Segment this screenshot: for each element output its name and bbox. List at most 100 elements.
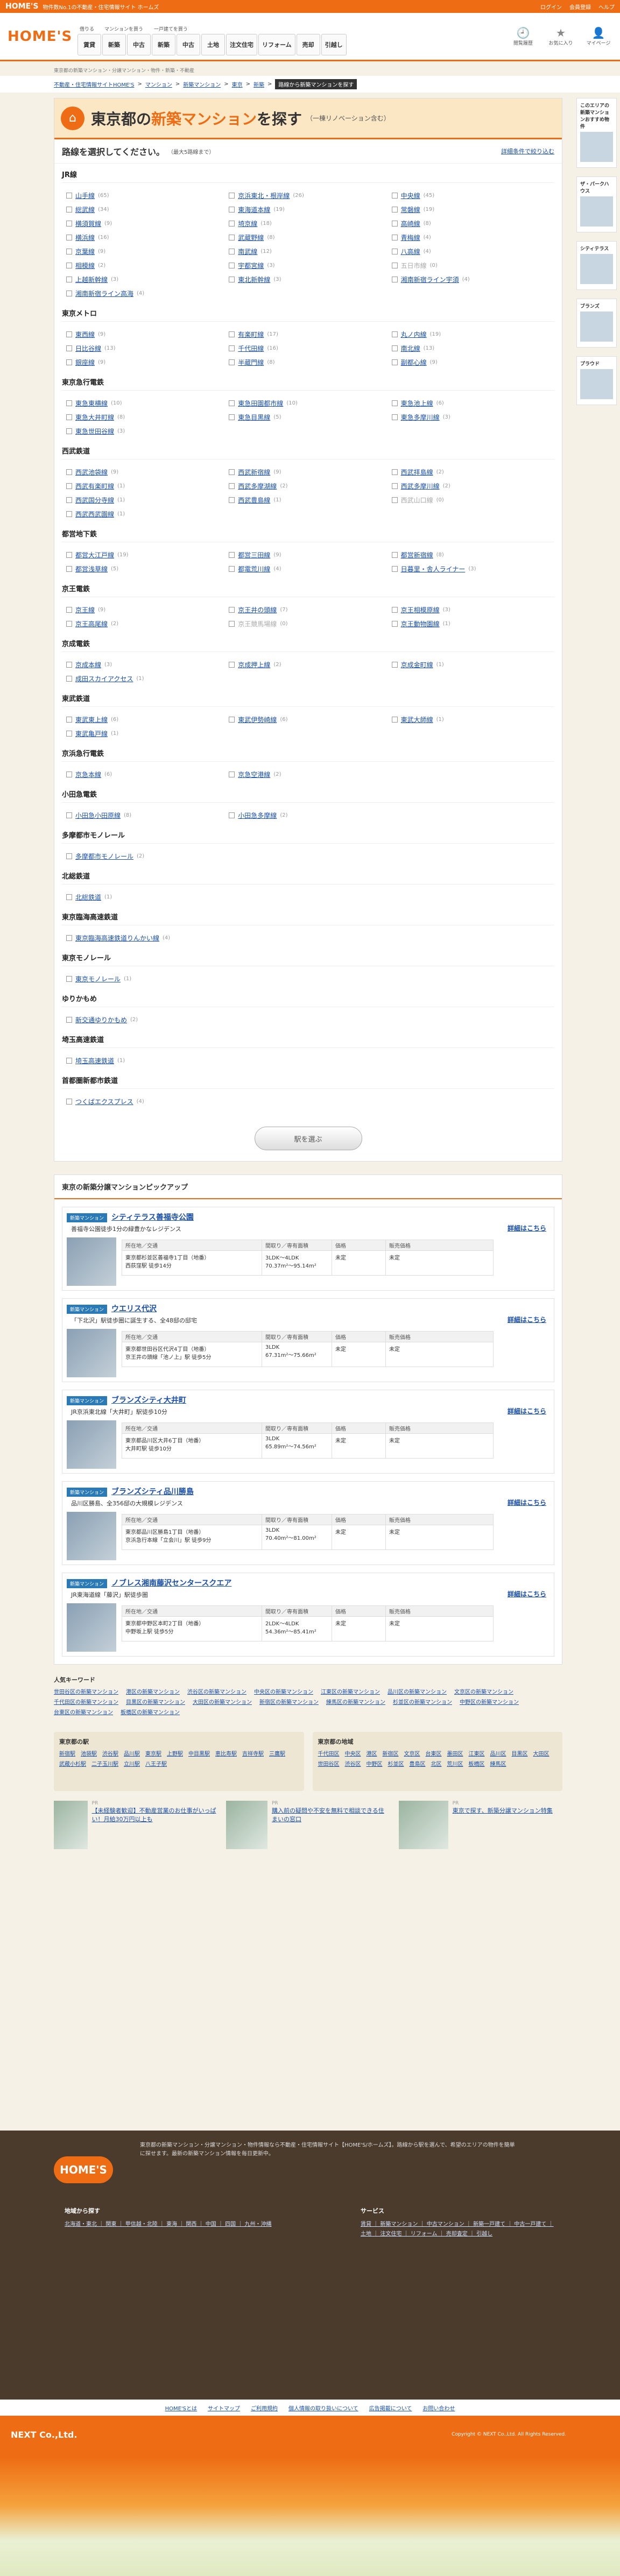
line-option[interactable]: 千代田線 (16): [229, 341, 391, 355]
line-name[interactable]: 銀座線: [75, 358, 95, 367]
line-checkbox[interactable]: [229, 716, 235, 723]
line-option[interactable]: 京王井の頭線 (7): [229, 603, 391, 617]
line-option[interactable]: 小田急小田原線 (8): [66, 808, 229, 822]
breadcrumb-item[interactable]: マンション: [145, 80, 172, 88]
line-name[interactable]: 総武線: [75, 205, 95, 214]
property-name[interactable]: ウエリス代沢: [111, 1305, 157, 1313]
line-name[interactable]: 東武伊勢崎線: [238, 715, 277, 724]
property-detail-link[interactable]: 詳細はこちら: [508, 1406, 546, 1416]
line-option[interactable]: 埼玉高速鉄道 (1): [66, 1053, 229, 1067]
line-option[interactable]: 西武多摩湖線 (2): [229, 479, 391, 493]
keyword-link[interactable]: 練馬区の新築マンション: [326, 1697, 385, 1705]
line-checkbox[interactable]: [66, 276, 72, 282]
line-checkbox[interactable]: [391, 469, 398, 475]
line-name[interactable]: 東武東上線: [75, 715, 108, 724]
line-option[interactable]: 京成押上線 (2): [229, 657, 391, 671]
line-option[interactable]: 横浜線 (16): [66, 230, 229, 244]
line-name[interactable]: 西武多摩湖線: [238, 482, 277, 491]
line-name[interactable]: 埼玉高速鉄道: [75, 1056, 114, 1065]
line-option[interactable]: 京葉線 (9): [66, 244, 229, 258]
line-name[interactable]: 北総鉄道: [75, 893, 101, 902]
breadcrumb-item[interactable]: 新築マンション: [183, 80, 221, 88]
line-option[interactable]: 東急目黒線 (5): [229, 410, 391, 424]
line-option[interactable]: 湘南新宿ライン高海 (4): [66, 286, 229, 300]
line-name[interactable]: 副都心線: [401, 358, 427, 367]
line-checkbox[interactable]: [391, 661, 398, 668]
line-name[interactable]: 常磐線: [401, 205, 420, 214]
line-checkbox[interactable]: [229, 276, 235, 282]
line-name[interactable]: 中央線: [401, 191, 420, 200]
line-name[interactable]: 八高線: [401, 247, 420, 256]
keyword-link[interactable]: 渋谷区の新築マンション: [187, 1687, 246, 1695]
sidebar-card[interactable]: シティテラス: [576, 241, 617, 290]
line-option[interactable]: 新交通ゆりかもめ (2): [66, 1013, 229, 1027]
line-checkbox[interactable]: [391, 414, 398, 420]
property-photo[interactable]: [67, 1420, 116, 1469]
line-checkbox[interactable]: [66, 428, 72, 434]
promo-item[interactable]: PR 購入前の疑問や不安を無料で相談できる住まいの窓口: [226, 1801, 390, 1850]
property-name[interactable]: シティテラス善福寺公園: [111, 1213, 194, 1222]
promo-link[interactable]: 東京で探す、新築分譲マンション特集: [453, 1807, 553, 1814]
area-link[interactable]: 東京駅: [145, 1749, 161, 1757]
line-checkbox[interactable]: [66, 606, 72, 613]
keyword-link[interactable]: 板橋区の新築マンション: [121, 1708, 180, 1716]
line-option[interactable]: 半蔵門線 (8): [229, 355, 391, 369]
line-option[interactable]: 西武多摩川線 (2): [391, 479, 554, 493]
sidebar-card-image[interactable]: [580, 369, 613, 399]
line-checkbox[interactable]: [66, 812, 72, 818]
nav-item[interactable]: 引越し: [321, 33, 347, 55]
promo-link[interactable]: 購入前の疑問や不安を無料で相談できる住まいの窓口: [272, 1807, 384, 1823]
line-name[interactable]: 東急世田谷線: [75, 427, 114, 436]
sidebar-card[interactable]: プラウド: [576, 356, 617, 405]
line-name[interactable]: 東武亀戸線: [75, 729, 108, 738]
line-option[interactable]: 京王高尾線 (2): [66, 617, 229, 631]
line-checkbox[interactable]: [66, 975, 72, 982]
line-checkbox[interactable]: [391, 606, 398, 613]
line-option[interactable]: 南武線 (12): [229, 244, 391, 258]
line-checkbox[interactable]: [229, 262, 235, 268]
line-option[interactable]: 都営大江戸線 (19): [66, 548, 229, 562]
nav-item[interactable]: 土地: [201, 33, 225, 55]
header-icon-button[interactable]: 👤 マイページ: [584, 26, 612, 46]
line-name[interactable]: 有楽町線: [238, 330, 264, 339]
line-name[interactable]: 東急池上線: [401, 399, 433, 408]
area-link[interactable]: 池袋駅: [81, 1749, 97, 1757]
line-option[interactable]: 西武池袋線 (9): [66, 465, 229, 479]
area-link[interactable]: 千代田区: [318, 1749, 340, 1757]
line-name[interactable]: 東武大師線: [401, 715, 433, 724]
line-checkbox[interactable]: [66, 345, 72, 351]
footer-area-links[interactable]: 北海道・東北 ｜ 関東 ｜ 甲信越・北陸 ｜ 東海 ｜ 関西 ｜ 中国 ｜ 四国…: [65, 2220, 291, 2230]
line-option[interactable]: 日暮里・舎人ライナー (3): [391, 562, 554, 576]
line-name[interactable]: 小田急小田原線: [75, 811, 121, 820]
area-link[interactable]: 中目黒駅: [188, 1749, 210, 1757]
footer-nav-link[interactable]: 個人情報の取り扱いについて: [288, 2404, 358, 2412]
line-checkbox[interactable]: [391, 483, 398, 489]
line-option[interactable]: 有楽町線 (17): [229, 327, 391, 341]
line-name[interactable]: 湘南新宿ライン宇須: [401, 275, 459, 284]
footer-nav-link[interactable]: ご利用規約: [251, 2404, 278, 2412]
line-option[interactable]: 東京モノレール (1): [66, 972, 229, 986]
property-name[interactable]: ブランズシティ大井町: [111, 1396, 186, 1405]
line-checkbox[interactable]: [66, 853, 72, 859]
keyword-link[interactable]: 台東区の新築マンション: [54, 1708, 113, 1716]
line-checkbox[interactable]: [391, 248, 398, 254]
property-name[interactable]: ノブレス湘南藤沢センタースクエア: [111, 1579, 231, 1588]
line-name[interactable]: 西武有楽町線: [75, 482, 114, 491]
area-link[interactable]: 新宿区: [383, 1749, 399, 1757]
property-photo[interactable]: [67, 1512, 116, 1560]
line-option[interactable]: 青梅線 (4): [391, 230, 554, 244]
line-name[interactable]: 日暮里・舎人ライナー: [401, 564, 466, 574]
line-option[interactable]: 東武東上線 (6): [66, 712, 229, 726]
property-detail-link[interactable]: 詳細はこちら: [508, 1498, 546, 1507]
nav-item[interactable]: 新築: [152, 33, 175, 55]
line-option[interactable]: 北総鉄道 (1): [66, 890, 229, 904]
line-option[interactable]: 武蔵野線 (8): [229, 230, 391, 244]
area-link[interactable]: 三鷹駅: [269, 1749, 285, 1757]
line-option[interactable]: 東西線 (9): [66, 327, 229, 341]
line-checkbox[interactable]: [66, 935, 72, 941]
area-link[interactable]: 吉祥寺駅: [242, 1749, 264, 1757]
line-option[interactable]: 西武豊島線 (1): [229, 493, 391, 507]
line-checkbox[interactable]: [391, 220, 398, 227]
property-detail-link[interactable]: 詳細はこちら: [508, 1315, 546, 1324]
line-option[interactable]: 相模線 (2): [66, 258, 229, 272]
